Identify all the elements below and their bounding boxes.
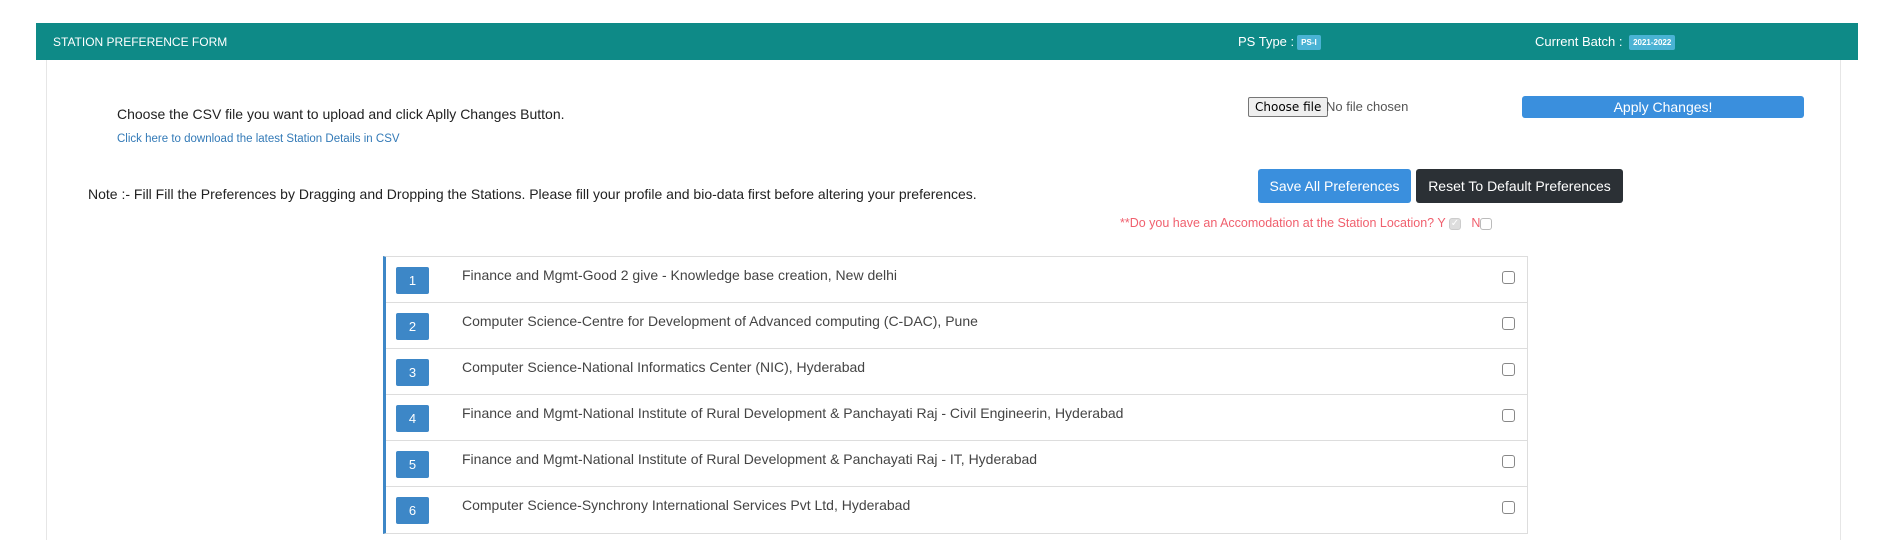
accommodation-no-label: N [1471, 216, 1481, 230]
station-name: Finance and Mgmt-Good 2 give - Knowledge… [462, 267, 898, 283]
ps-type-label: PS Type : [1238, 34, 1295, 49]
station-row[interactable]: 2 Computer Science-Centre for Development… [386, 303, 1527, 349]
ps-type-badge: PS-I [1297, 35, 1321, 51]
station-checkbox[interactable] [1502, 271, 1515, 284]
ps-type: PS Type : PS-I [1238, 34, 1321, 51]
upload-instruction: Choose the CSV file you want to upload a… [117, 106, 565, 122]
download-csv-link[interactable]: Click here to download the latest Statio… [117, 133, 400, 145]
station-name: Finance and Mgmt-National Institute of R… [462, 451, 1038, 467]
station-row[interactable]: 5 Finance and Mgmt-National Institute of … [386, 441, 1527, 487]
station-row[interactable]: 6 Computer Science-Synchrony Internationa… [386, 487, 1527, 533]
station-row[interactable]: 1 Finance and Mgmt-Good 2 give - Knowledg… [386, 257, 1527, 303]
rank-badge: 3 [396, 359, 429, 386]
form-header: STATION PREFERENCE FORM PS Type : PS-I Cu… [36, 23, 1858, 60]
batch-label: Current Batch : [1535, 34, 1623, 49]
station-checkbox[interactable] [1502, 363, 1515, 376]
batch-badge: 2021-2022 [1629, 35, 1676, 51]
reset-default-preferences-button[interactable]: Reset To Default Preferences [1416, 169, 1623, 203]
station-row[interactable]: 3 Computer Science-National Informatics C… [386, 349, 1527, 395]
rank-badge: 5 [396, 451, 429, 478]
station-checkbox[interactable] [1502, 317, 1515, 330]
station-checkbox[interactable] [1502, 455, 1515, 468]
station-checkbox[interactable] [1502, 409, 1515, 422]
apply-changes-button[interactable]: Apply Changes! [1522, 96, 1804, 118]
rank-badge: 4 [396, 405, 429, 432]
station-name: Computer Science-Centre for Development … [462, 313, 978, 329]
station-row[interactable]: 4 Finance and Mgmt-National Institute of … [386, 395, 1527, 441]
station-name: Computer Science-Synchrony International… [462, 497, 911, 513]
accommodation-no-checkbox[interactable] [1480, 217, 1493, 230]
station-name: Computer Science-National Informatics Ce… [462, 359, 866, 375]
rank-badge: 1 [396, 267, 429, 294]
file-status: No file chosen [1326, 99, 1409, 114]
choose-file-button[interactable]: Choose file [1248, 97, 1329, 117]
rank-badge: 6 [396, 497, 429, 524]
station-name: Finance and Mgmt-National Institute of R… [462, 405, 1124, 421]
accommodation-yes-checkbox[interactable]: ✓ [1448, 217, 1461, 230]
accommodation-label: **Do you have an Accomodation at the Sta… [1120, 216, 1446, 230]
station-preference-list: 1 Finance and Mgmt-Good 2 give - Knowledg… [383, 256, 1528, 534]
note-text: Note :- Fill Fill the Preferences by Dra… [88, 186, 977, 202]
form-title: STATION PREFERENCE FORM [53, 35, 228, 49]
current-batch: Current Batch : 2021-2022 [1535, 34, 1676, 51]
save-all-preferences-button[interactable]: Save All Preferences [1258, 169, 1411, 203]
station-checkbox[interactable] [1502, 501, 1515, 514]
rank-badge: 2 [396, 313, 429, 340]
accommodation-question: **Do you have an Accomodation at the Sta… [1120, 216, 1493, 230]
